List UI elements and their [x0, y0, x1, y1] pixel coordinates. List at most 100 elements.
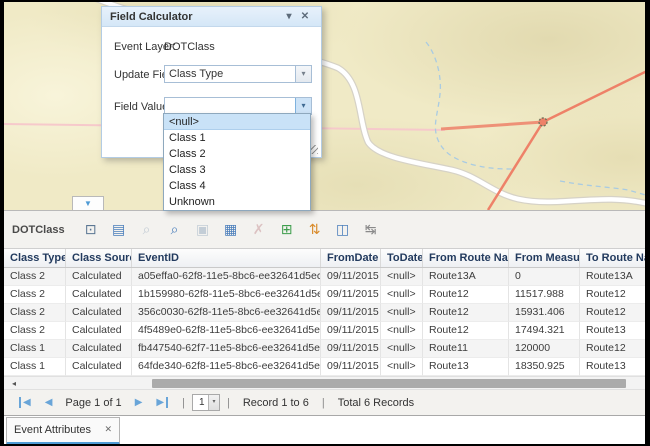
table-row[interactable]: Class 1Calculatedfb447540-62f7-11e5-8bc6… [4, 340, 645, 358]
dropdown-option[interactable]: Class 2 [164, 146, 310, 162]
attribute-window-icon[interactable]: ◫ [333, 220, 353, 240]
column-header[interactable]: FromDate [321, 249, 381, 267]
table-cell: Route13A [580, 268, 645, 286]
table-cell: 17494.321 [509, 322, 580, 340]
table-toolbar: DOTClass ⊡ ▤ ⌕ ⌕ ▣ ▦ ✗ ⊞ ⇅ ◫ ↹ [4, 211, 645, 248]
event-layer-value: DOTClass [164, 41, 215, 53]
tab-event-attributes[interactable]: Event Attributes ✕ [6, 417, 120, 445]
scrollbar-thumb[interactable] [152, 379, 626, 388]
route-line [441, 122, 543, 129]
table-cell: Class 2 [4, 304, 66, 322]
page-number-spinner[interactable]: 1 ▾ [192, 394, 220, 411]
table-cell: Class 2 [4, 322, 66, 340]
table-row[interactable]: Class 2Calculated1b159980-62f8-11e5-8bc6… [4, 286, 645, 304]
close-icon[interactable]: ✕ [104, 425, 112, 435]
table-cell: Route12 [580, 286, 645, 304]
column-header[interactable]: From Route Name [423, 249, 509, 267]
record-range-label: Record 1 to 6 [243, 397, 309, 409]
table-row[interactable]: Class 1Calculated64fde340-62f8-11e5-8bc6… [4, 358, 645, 376]
table-cell: <null> [381, 358, 423, 376]
column-header[interactable]: To Route Name [580, 249, 645, 267]
field-value-label: Field Value: [114, 101, 171, 113]
table-cell: <null> [381, 304, 423, 322]
table-cell: 09/11/2015 [321, 268, 381, 286]
separator: | [322, 397, 325, 409]
page-count-label: Page 1 of 1 [65, 397, 121, 409]
separator: | [182, 397, 185, 409]
select-records-icon[interactable]: ⊡ [81, 220, 101, 240]
table-cell: Calculated [66, 304, 132, 322]
dropdown-option[interactable]: Class 4 [164, 178, 310, 194]
table-cell: Calculated [66, 268, 132, 286]
route-line [543, 70, 645, 122]
dialog-menu-icon[interactable]: ▾ [281, 7, 297, 26]
table-cell: 64fde340-62f8-11e5-8bc6-ee32641d5ec9 [132, 358, 321, 376]
field-calculator-icon[interactable]: ▦ [221, 220, 241, 240]
table-cell: 18350.925 [509, 358, 580, 376]
table-cell: Class 1 [4, 340, 66, 358]
previous-page-icon[interactable]: ◀ [45, 397, 53, 408]
tab-label: Event Attributes [14, 424, 104, 436]
last-page-icon[interactable]: ▶ [156, 397, 168, 408]
dropdown-option[interactable]: <null> [164, 114, 310, 130]
table-cell: <null> [381, 268, 423, 286]
table-cell: fb447540-62f7-11e5-8bc6-ee32641d5ec9 [132, 340, 321, 358]
zoom-to-selected-icon[interactable]: ⌕ [137, 220, 157, 240]
append-records-icon[interactable]: ⊞ [277, 220, 297, 240]
scroll-left-icon[interactable]: ◂ [8, 378, 20, 389]
dropdown-option[interactable]: Unknown [164, 194, 310, 210]
table-row[interactable]: Class 2Calculateda05effa0-62f8-11e5-8bc6… [4, 268, 645, 286]
chevron-down-icon[interactable]: ▾ [208, 395, 219, 410]
update-field-combobox[interactable]: Class Type ▾ [164, 65, 312, 83]
chevron-down-icon[interactable]: ▾ [295, 98, 311, 114]
sort-icon[interactable]: ⇅ [305, 220, 325, 240]
application-window: ▼ Field Calculator ▾ ✕ Event Layer: DOTC… [0, 0, 650, 446]
column-header[interactable]: ToDate [381, 249, 423, 267]
table-cell: 356c0030-62f8-11e5-8bc6-ee32641d5ec9 [132, 304, 321, 322]
delete-record-icon[interactable]: ✗ [249, 220, 269, 240]
table-row[interactable]: Class 2Calculated356c0030-62f8-11e5-8bc6… [4, 304, 645, 322]
next-page-icon[interactable]: ▶ [135, 397, 143, 408]
panel-collapse-button[interactable]: ▼ [72, 196, 104, 210]
column-header[interactable]: Class Source [66, 249, 132, 267]
dialog-titlebar[interactable]: Field Calculator ▾ ✕ [102, 7, 321, 27]
table-cell: 09/11/2015 [321, 340, 381, 358]
first-page-icon[interactable]: ◀ [19, 397, 31, 408]
table-cell: <null> [381, 340, 423, 358]
stream-line [560, 181, 645, 196]
chevron-down-icon: ▼ [84, 199, 92, 208]
table-cell: Calculated [66, 358, 132, 376]
route-junction-marker [539, 118, 547, 126]
chevron-down-icon[interactable]: ▾ [295, 66, 311, 82]
table-cell: Route13 [580, 322, 645, 340]
table-cell: 09/11/2015 [321, 358, 381, 376]
dialog-close-icon[interactable]: ✕ [297, 7, 313, 26]
horizontal-scrollbar[interactable]: ◂ [4, 376, 645, 390]
table-row[interactable]: Class 2Calculated4f5489e0-62f8-11e5-8bc6… [4, 322, 645, 340]
table-cell: 09/11/2015 [321, 322, 381, 340]
field-value-dropdown-list: <null>Class 1Class 2Class 3Class 4Unknow… [163, 113, 311, 211]
separator: | [227, 397, 230, 409]
table-cell: <null> [381, 286, 423, 304]
dialog-title: Field Calculator [110, 7, 281, 26]
bottom-tab-bar: Event Attributes ✕ [4, 415, 645, 445]
save-icon[interactable]: ▣ [193, 220, 213, 240]
stream-line [426, 42, 514, 169]
column-header[interactable]: Class Type [4, 249, 66, 267]
table-cell: 09/11/2015 [321, 304, 381, 322]
dropdown-option[interactable]: Class 3 [164, 162, 310, 178]
table-cell: Class 2 [4, 268, 66, 286]
column-header[interactable]: From Measure [509, 249, 580, 267]
layer-name-label: DOTClass [12, 224, 65, 236]
table-cell: 09/11/2015 [321, 286, 381, 304]
table-cell: Class 1 [4, 358, 66, 376]
table-cell: Class 2 [4, 286, 66, 304]
total-records-label: Total 6 Records [338, 397, 414, 409]
column-header[interactable]: EventID [132, 249, 321, 267]
fit-columns-icon[interactable]: ↹ [361, 220, 381, 240]
zoom-to-records-icon[interactable]: ⌕ [165, 220, 185, 240]
dropdown-option[interactable]: Class 1 [164, 130, 310, 146]
table-cell: a05effa0-62f8-11e5-8bc6-ee32641d5ec9 [132, 268, 321, 286]
table-cell: Route12 [580, 340, 645, 358]
show-selected-records-icon[interactable]: ▤ [109, 220, 129, 240]
